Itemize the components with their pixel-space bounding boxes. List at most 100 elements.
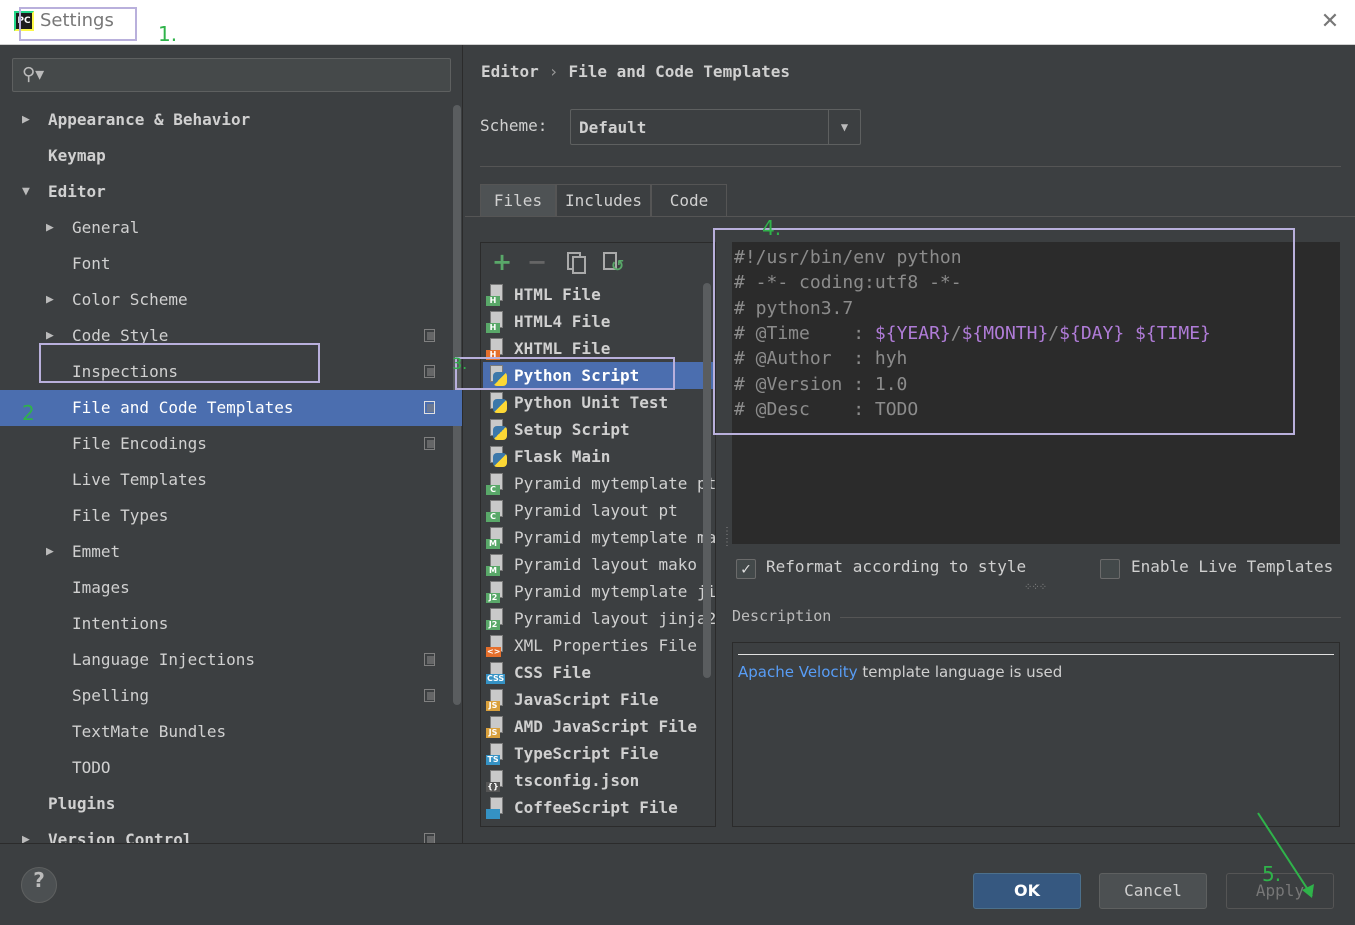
file-template-icon: CSS xyxy=(486,662,508,684)
tab-code[interactable]: Code xyxy=(651,184,727,217)
collapsed-arrow-icon[interactable]: ▶ xyxy=(46,534,54,570)
template-list-item[interactable]: <> XML Properties File xyxy=(483,632,715,659)
template-list-item[interactable]: Setup Script xyxy=(483,416,715,443)
collapsed-arrow-icon[interactable]: ▶ xyxy=(46,210,54,246)
sidebar-item[interactable]: ▶ Color Scheme xyxy=(0,282,462,318)
template-list-item[interactable]: C Pyramid mytemplate pt xyxy=(483,470,715,497)
template-list-item[interactable]: TS TypeScript File xyxy=(483,740,715,767)
collapsed-arrow-icon[interactable]: ▶ xyxy=(46,282,54,318)
file-type-badge: JS xyxy=(486,701,500,711)
question-icon[interactable]: ? xyxy=(21,867,57,903)
template-list-item[interactable]: JS JavaScript File xyxy=(483,686,715,713)
search-input[interactable] xyxy=(49,63,439,87)
template-list-item[interactable]: M Pyramid mytemplate mako xyxy=(483,524,715,551)
template-list-item[interactable]: H HTML File xyxy=(483,281,715,308)
template-list-scrollbar[interactable] xyxy=(703,283,711,678)
title-bar: PC Settings 1. ✕ xyxy=(0,0,1355,46)
python-file-icon xyxy=(486,392,508,414)
tab-includes[interactable]: Includes xyxy=(556,184,651,217)
template-list-item[interactable]: J2 Pyramid mytemplate jinja2 xyxy=(483,578,715,605)
sidebar-item[interactable]: Live Templates xyxy=(0,462,462,498)
dropdown-arrow-icon[interactable]: ▼ xyxy=(828,110,860,144)
copy-template-button[interactable] xyxy=(563,249,589,275)
sidebar-item[interactable]: ▶ Appearance & Behavior xyxy=(0,102,462,138)
file-template-icon: TS xyxy=(486,743,508,765)
sidebar-item[interactable]: Images xyxy=(0,570,462,606)
description-body: template language is used xyxy=(857,663,1063,681)
settings-tree-panel: ⚲▾ ▶ Appearance & Behavior Keymap ▼ Editor ▶ G… xyxy=(0,45,463,843)
template-list-item[interactable]: CSS CSS File xyxy=(483,659,715,686)
search-box[interactable]: ⚲▾ xyxy=(12,58,451,92)
template-list-item[interactable]: JS AMD JavaScript File xyxy=(483,713,715,740)
template-label: Flask Main xyxy=(514,447,611,466)
template-label: Python Unit Test xyxy=(514,393,669,412)
description-text: Apache Velocity template language is use… xyxy=(738,663,1062,681)
search-icon[interactable]: ⚲▾ xyxy=(22,64,44,85)
sidebar-item[interactable]: Spelling xyxy=(0,678,462,714)
sidebar-item[interactable]: ▼ Editor xyxy=(0,174,462,210)
horizontal-splitter-handle[interactable]: ⁘⁘⁘ xyxy=(1024,582,1047,593)
template-list-item[interactable]: C Pyramid layout pt xyxy=(483,497,715,524)
template-label: XML Properties File xyxy=(514,636,698,655)
breadcrumb-parent[interactable]: Editor xyxy=(481,62,539,81)
close-icon[interactable]: ✕ xyxy=(1316,8,1344,36)
ok-button[interactable]: OK xyxy=(973,873,1081,909)
sidebar-item-label: Images xyxy=(72,578,130,597)
sidebar-item[interactable]: File Encodings xyxy=(0,426,462,462)
sidebar-item[interactable]: Plugins xyxy=(0,786,462,822)
live-templates-checkbox[interactable] xyxy=(1100,559,1120,579)
template-label: CoffeeScript File xyxy=(514,798,678,817)
reformat-label[interactable]: Reformat according to style xyxy=(766,557,1026,576)
tab-files[interactable]: Files xyxy=(480,184,556,217)
file-template-icon: M xyxy=(486,527,508,549)
reset-template-button[interactable]: ↺ xyxy=(599,249,625,275)
vertical-splitter-handle[interactable]: ⋮ ⋮ xyxy=(722,526,732,548)
sidebar-item[interactable]: Language Injections xyxy=(0,642,462,678)
sidebar-item[interactable]: File and Code Templates xyxy=(0,390,462,426)
add-template-button[interactable]: + xyxy=(489,249,515,275)
sidebar-item-label: Intentions xyxy=(72,614,169,633)
file-template-icon: {} xyxy=(486,770,508,792)
template-list-item[interactable]: M Pyramid layout mako xyxy=(483,551,715,578)
template-label: JavaScript File xyxy=(514,690,659,709)
sidebar-item[interactable]: ▶ Version Control xyxy=(0,822,462,843)
template-label: AMD JavaScript File xyxy=(514,717,698,736)
sidebar-item-label: Language Injections xyxy=(72,650,256,669)
collapsed-arrow-icon[interactable]: ▶ xyxy=(22,102,30,138)
template-list-item[interactable]: Flask Main xyxy=(483,443,715,470)
scheme-select[interactable]: Default ▼ xyxy=(570,109,861,145)
sidebar-item-label: TextMate Bundles xyxy=(72,722,227,741)
file-type-badge: TS xyxy=(486,755,500,765)
sidebar-item[interactable]: ▶ General xyxy=(0,210,462,246)
sidebar-item-label: Spelling xyxy=(72,686,150,705)
template-label: Pyramid mytemplate jinja2 xyxy=(514,582,715,601)
template-list-item[interactable]: H HTML4 File xyxy=(483,308,715,335)
sidebar-item-label: Font xyxy=(72,254,111,273)
cancel-button[interactable]: Cancel xyxy=(1099,873,1207,909)
annotation-box-1 xyxy=(19,7,137,41)
template-list-item[interactable]: {} tsconfig.json xyxy=(483,767,715,794)
sidebar-item[interactable]: Intentions xyxy=(0,606,462,642)
template-label: tsconfig.json xyxy=(514,771,640,790)
template-list-item[interactable]: Python Unit Test xyxy=(483,389,715,416)
divider xyxy=(480,166,1341,167)
project-scope-icon xyxy=(424,833,435,843)
sidebar-item[interactable]: Keymap xyxy=(0,138,462,174)
sidebar-item[interactable]: TODO xyxy=(0,750,462,786)
template-list-item[interactable]: J2 Pyramid layout jinja2 xyxy=(483,605,715,632)
remove-template-button[interactable]: − xyxy=(524,249,550,275)
sidebar-item[interactable]: File Types xyxy=(0,498,462,534)
python-logo-icon xyxy=(493,426,507,440)
sidebar-item[interactable]: TextMate Bundles xyxy=(0,714,462,750)
sidebar-item[interactable]: ▶ Emmet xyxy=(0,534,462,570)
collapsed-arrow-icon[interactable]: ▶ xyxy=(22,822,30,843)
reformat-checkbox[interactable]: ✓ xyxy=(736,559,756,579)
expanded-arrow-icon[interactable]: ▼ xyxy=(22,174,30,210)
live-templates-label[interactable]: Enable Live Templates xyxy=(1131,557,1333,576)
sidebar-item[interactable]: Font xyxy=(0,246,462,282)
annotation-mark-4: 4. xyxy=(762,216,782,240)
apache-velocity-link[interactable]: Apache Velocity xyxy=(738,663,858,681)
file-type-badge: H xyxy=(486,296,500,306)
template-list-item[interactable]: CoffeeScript File xyxy=(483,794,715,821)
file-type-badge: C xyxy=(486,512,500,522)
